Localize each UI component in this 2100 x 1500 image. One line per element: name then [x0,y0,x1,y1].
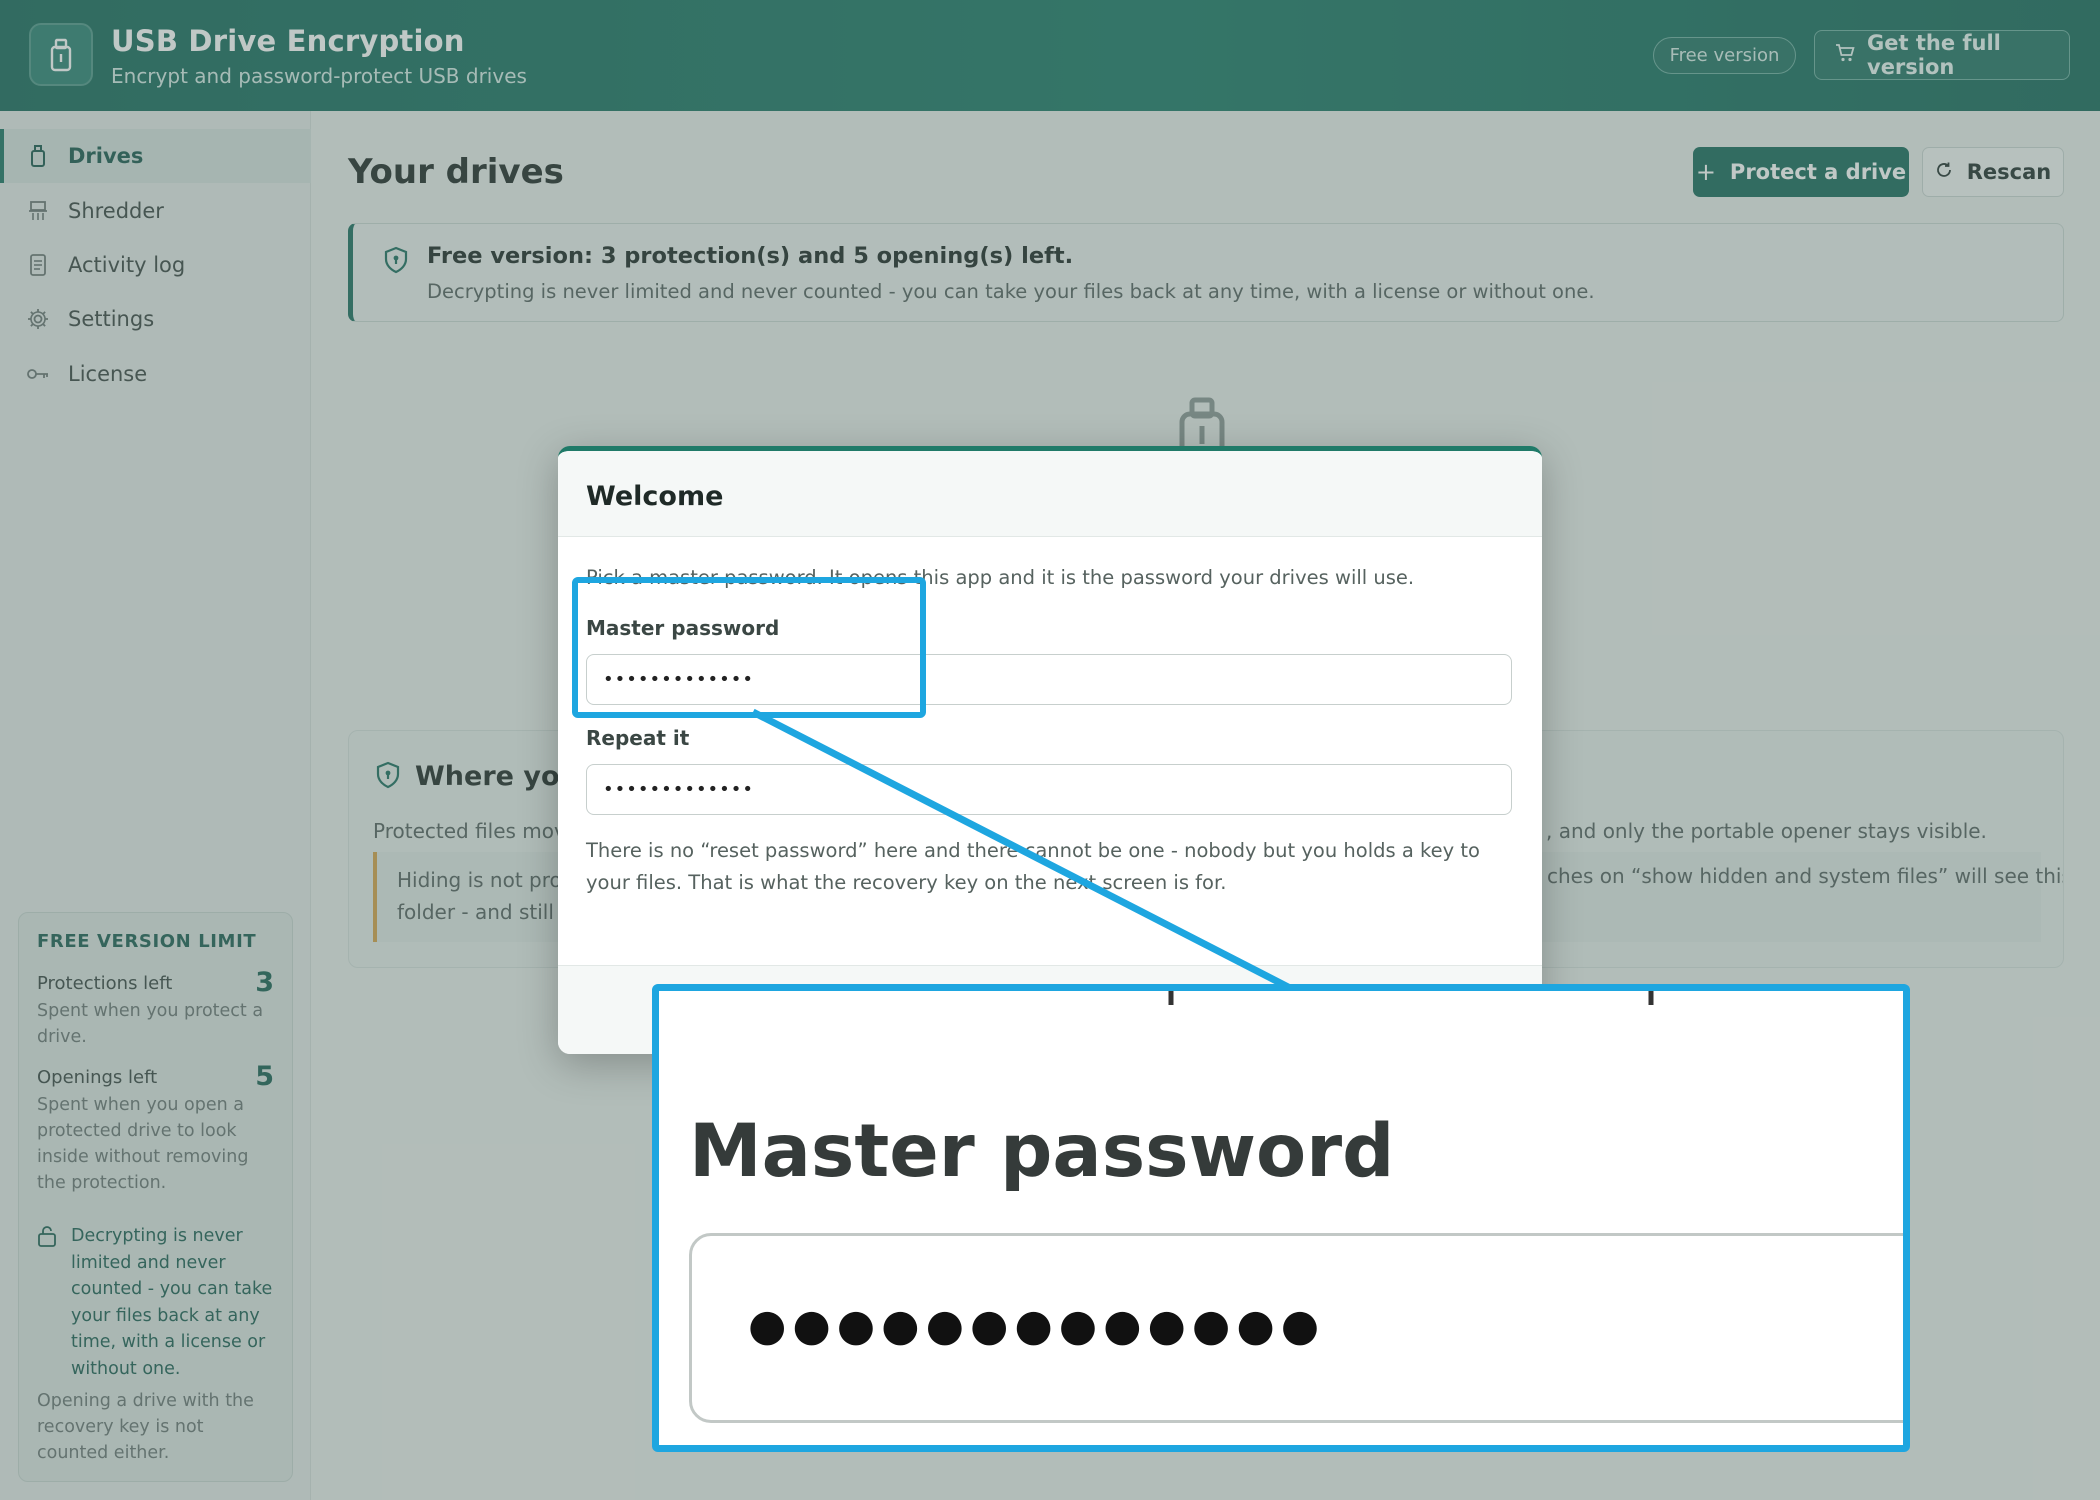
zoom-password-dots: ●●●●●●●●●●●●● [748,1300,1326,1351]
zoom-master-password-label: Master password [689,1109,1395,1194]
app-window: USB Drive Encryption Encrypt and passwor… [0,0,2100,1500]
zoom-master-password-input: ●●●●●●●●●●●●● [689,1233,1903,1423]
zoom-callout: Master password ●●●●●●●●●●●●● [652,984,1910,1452]
zoom-top-ticks [1168,991,1654,1005]
